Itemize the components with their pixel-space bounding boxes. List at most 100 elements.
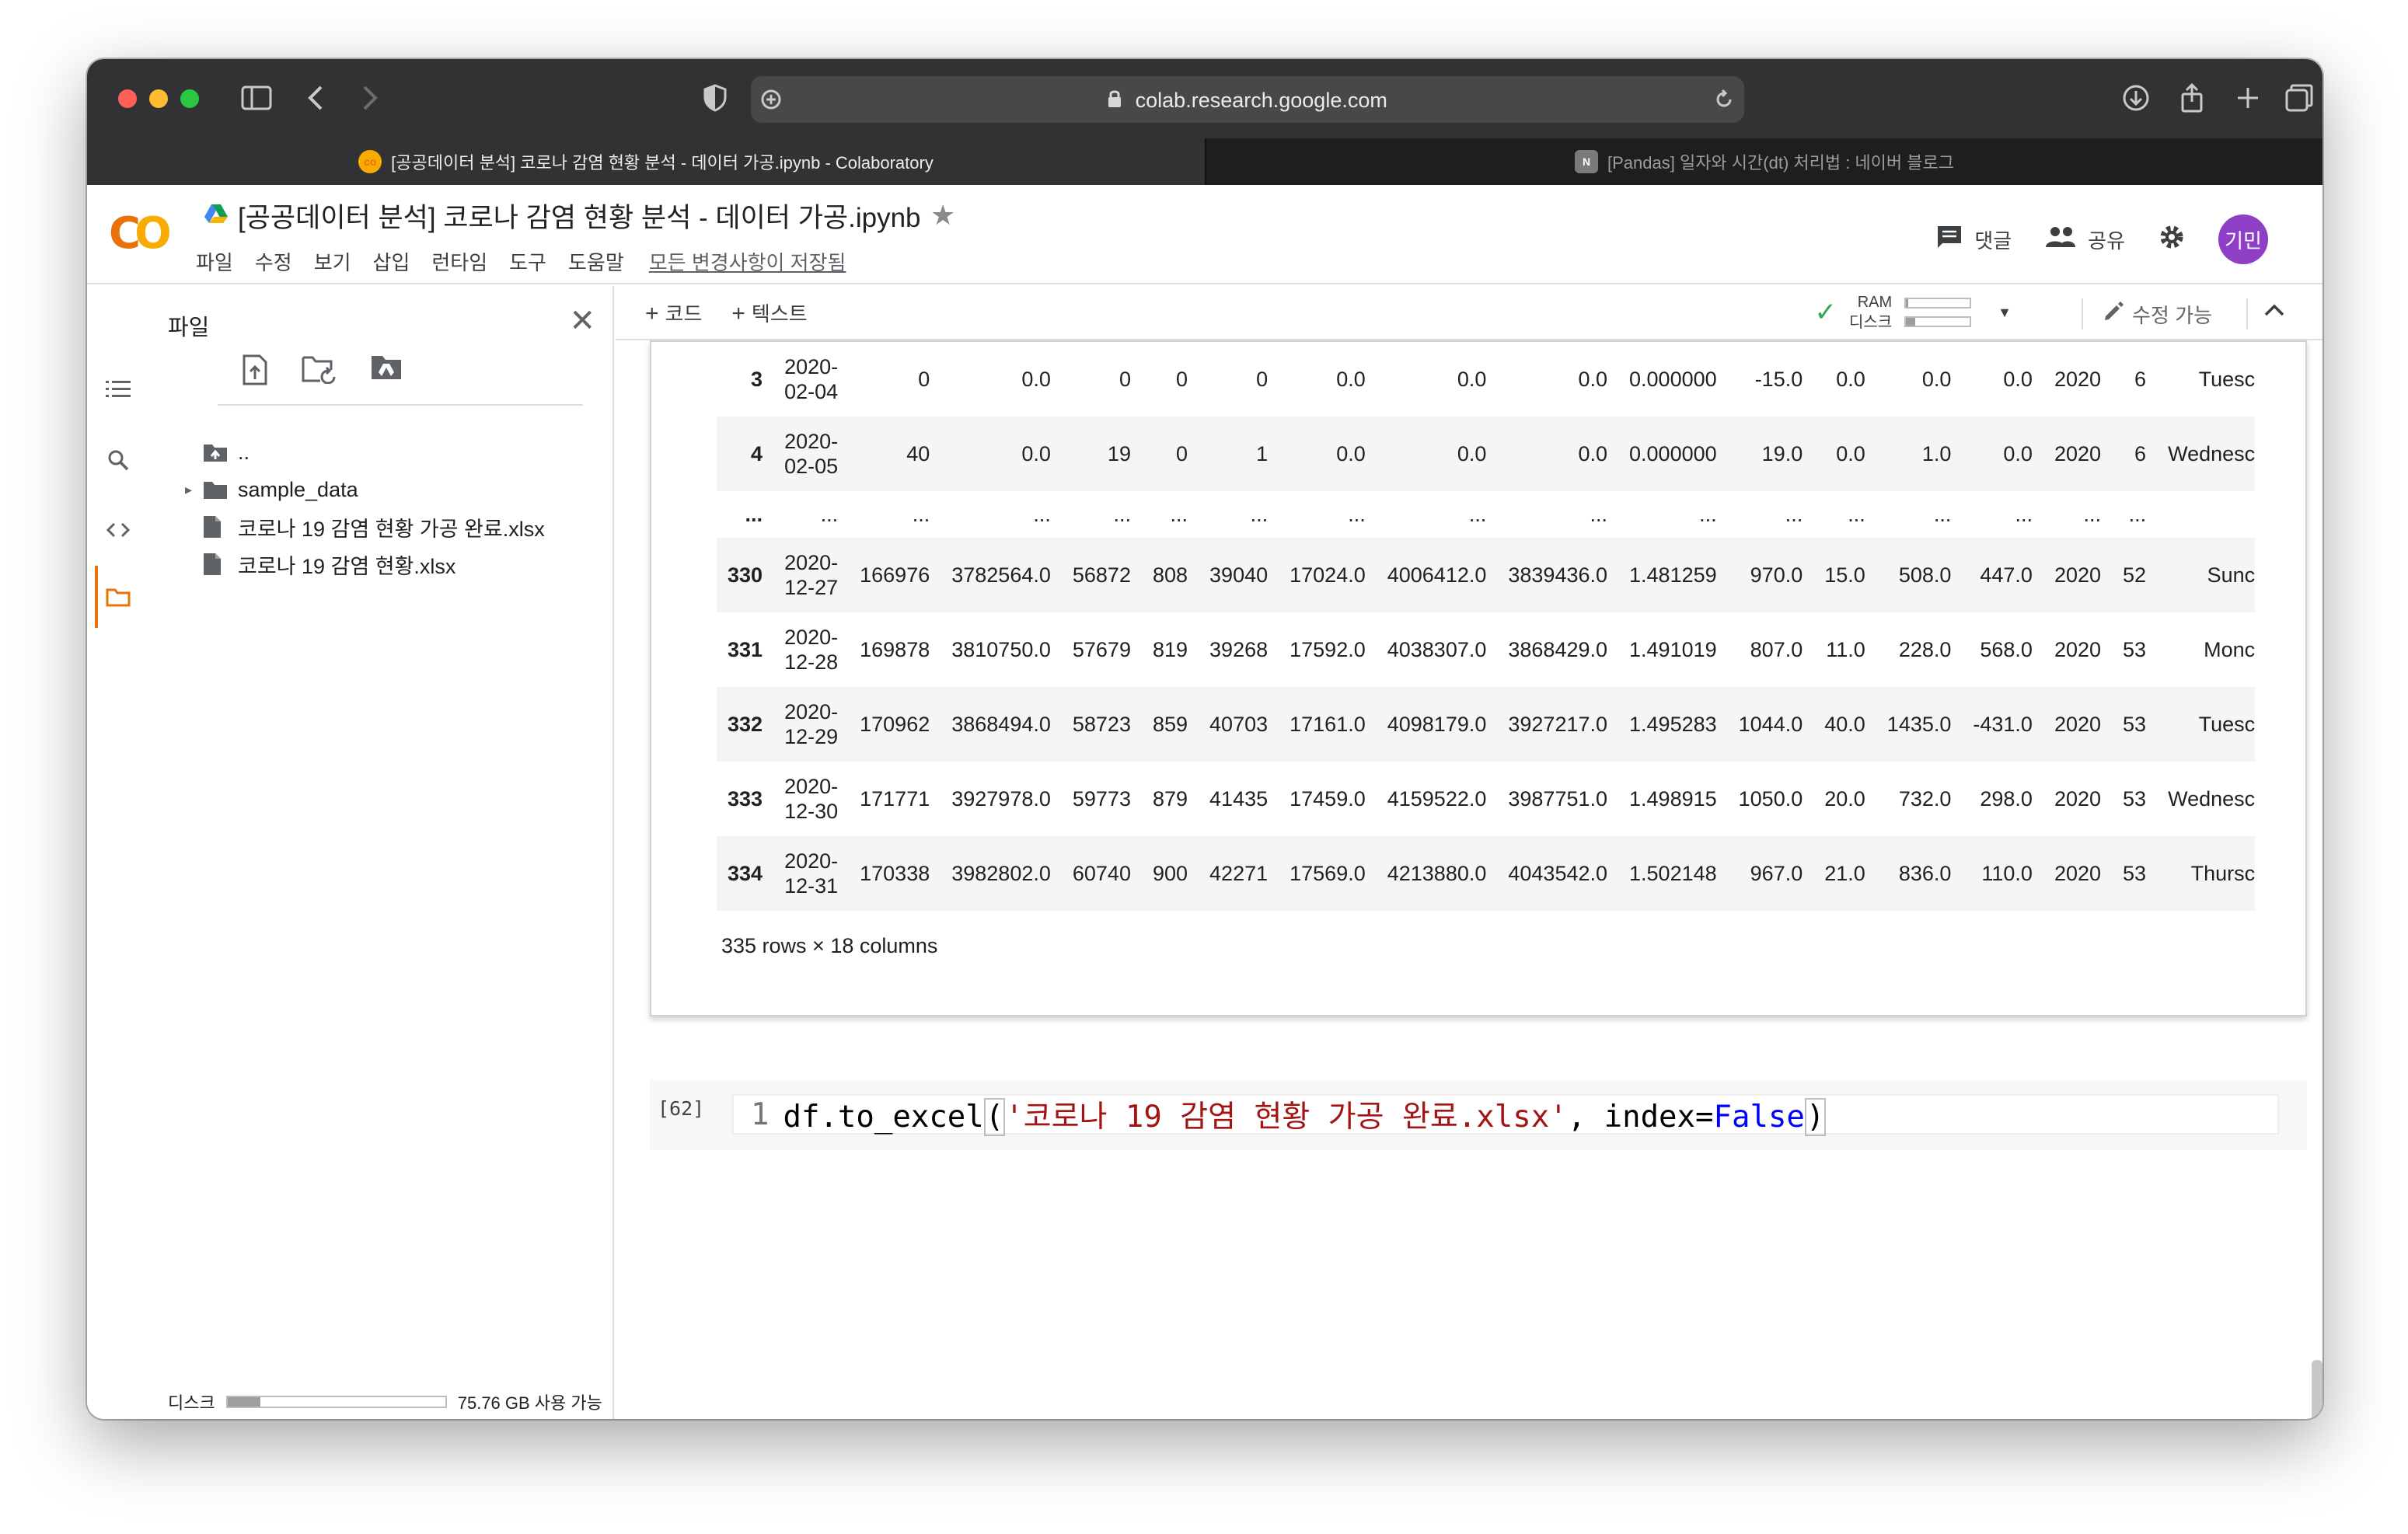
table-cell: 17592.0	[1290, 637, 1366, 661]
download-icon[interactable]	[2117, 79, 2155, 117]
tree-item-file[interactable]: 코로나 19 감염 현황 가공 완료.xlsx	[185, 508, 545, 546]
saved-status[interactable]: 모든 변경사항이 저장됨	[649, 247, 846, 276]
back-icon[interactable]	[297, 79, 334, 117]
scrollbar[interactable]	[2312, 1360, 2322, 1419]
row-index: 332	[728, 712, 763, 736]
code-snippets-icon[interactable]	[104, 516, 132, 544]
comment-button[interactable]: 댓글	[1935, 224, 2012, 256]
runtime-resources[interactable]: ✓ RAM 디스크 ▼	[1814, 292, 2012, 333]
table-row: 330 2020- 12-27 166976 3782564.0 56872 808 3904…	[717, 538, 2256, 612]
settings-gear-icon[interactable]	[2158, 223, 2186, 256]
tab-naver-blog[interactable]: N [Pandas] 일자와 시간(dt) 처리법 : 네이버 블로그	[1205, 138, 2322, 185]
privacy-shield-icon[interactable]	[696, 79, 734, 117]
close-window-button[interactable]	[118, 89, 137, 108]
search-icon[interactable]	[104, 446, 132, 474]
menu-runtime[interactable]: 런타임	[431, 247, 487, 276]
tree-item-parent[interactable]: ..	[185, 434, 545, 471]
table-cell: 3868494.0	[951, 712, 1051, 736]
chevron-down-icon[interactable]: ▼	[1998, 305, 2012, 321]
menu-tools[interactable]: 도구	[509, 247, 546, 276]
url-text: colab.research.google.com	[1135, 89, 1387, 112]
table-cell: 17161.0	[1290, 712, 1366, 736]
minimize-window-button[interactable]	[149, 89, 168, 108]
notebook-title[interactable]: [공공데이터 분석] 코로나 감염 현황 분석 - 데이터 가공.ipynb	[204, 196, 921, 235]
address-bar[interactable]: colab.research.google.com	[751, 76, 1744, 123]
table-cell: 58723	[1072, 712, 1131, 736]
table-of-contents-icon[interactable]	[104, 375, 132, 403]
tree-item-file[interactable]: 코로나 19 감염 현황.xlsx	[185, 546, 545, 583]
table-cell: 298.0	[1980, 786, 2033, 811]
zoom-window-button[interactable]	[180, 89, 199, 108]
ram-label: RAM	[1857, 294, 1893, 311]
menu-help[interactable]: 도움말	[568, 247, 624, 276]
execution-count[interactable]: [62]	[658, 1097, 704, 1120]
code-line[interactable]: df.to_excel('코로나 19 감염 현황 가공 완료.xlsx', i…	[783, 1093, 1827, 1136]
table-cell: 447.0	[1980, 563, 2033, 587]
table-cell: 4159522.0	[1387, 786, 1487, 811]
table-cell: 6	[2134, 441, 2147, 465]
menu-insert[interactable]: 삽입	[373, 247, 410, 276]
row-index: 334	[728, 861, 763, 885]
disk-usage-bar	[1904, 316, 1972, 327]
table-cell: 15.0	[1824, 563, 1865, 587]
reload-icon[interactable]	[1705, 81, 1743, 118]
avatar[interactable]: 기민	[2218, 214, 2268, 264]
tab-colab[interactable]: co [공공데이터 분석] 코로나 감염 현황 분석 - 데이터 가공.ipyn…	[87, 138, 1205, 185]
parent-folder-icon	[202, 441, 230, 463]
table-cell: 40.0	[1824, 712, 1865, 736]
table-cell: Wednesc	[2168, 786, 2256, 811]
table-cell: 0.0	[1336, 441, 1366, 465]
menu-file[interactable]: 파일	[196, 247, 233, 276]
google-drive-icon[interactable]	[204, 200, 229, 232]
table-cell: ...	[912, 502, 930, 526]
code-editor[interactable]: 1 df.to_excel('코로나 19 감염 현황 가공 완료.xlsx',…	[732, 1093, 2279, 1136]
disk-label: 디스크	[1848, 314, 1893, 331]
colab-logo[interactable]: CO	[109, 208, 172, 259]
expand-caret-icon[interactable]: ▸	[185, 482, 202, 498]
row-index: 3	[751, 367, 763, 391]
table-cell: 2020	[2054, 712, 2102, 736]
close-icon[interactable]: ✕	[569, 303, 595, 339]
table-cell: 60740	[1072, 861, 1131, 885]
table-cell: 42271	[1209, 861, 1269, 885]
new-tab-icon[interactable]	[2229, 79, 2267, 117]
notebook-toolbar: + 코드 + 텍스트 ✓ RAM 디스크 ▼ 수정 가능	[616, 286, 2322, 340]
edit-mode-button[interactable]: 수정 가능	[2103, 300, 2212, 329]
sidebar-toggle-icon[interactable]	[238, 79, 275, 117]
disk-usage-fill	[227, 1397, 260, 1407]
add-code-button[interactable]: + 코드	[645, 298, 702, 327]
notebook-main: + 코드 + 텍스트 ✓ RAM 디스크 ▼ 수정 가능 3 2020- 02-…	[616, 286, 2322, 1419]
share-icon[interactable]	[2173, 79, 2211, 117]
code-token: )	[1804, 1098, 1827, 1136]
people-icon	[2044, 225, 2077, 254]
code-token: df.to_excel	[783, 1100, 984, 1135]
refresh-folder-icon[interactable]	[302, 354, 337, 389]
upload-file-icon[interactable]	[241, 354, 269, 389]
menu-edit[interactable]: 수정	[255, 247, 292, 276]
table-cell: 732.0	[1898, 786, 1952, 811]
code-token: (	[983, 1098, 1006, 1136]
tab-title: [공공데이터 분석] 코로나 감염 현황 분석 - 데이터 가공.ipynb -…	[391, 153, 934, 173]
tree-item-sample-data[interactable]: ▸ sample_data	[185, 471, 545, 508]
table-cell: 1.0	[1921, 441, 1952, 465]
menu-view[interactable]: 보기	[314, 247, 351, 276]
disk-usage-bar	[225, 1396, 447, 1408]
sidebar-tools	[241, 354, 403, 389]
folder-icon[interactable]	[104, 583, 132, 611]
star-icon[interactable]: ★	[930, 199, 955, 232]
table-cell: 970.0	[1750, 563, 1803, 587]
row-index: 4	[751, 441, 763, 465]
disk-label: 디스크	[168, 1393, 215, 1413]
add-text-button[interactable]: + 텍스트	[731, 298, 807, 327]
table-cell: 59773	[1072, 786, 1131, 811]
tab-overview-icon[interactable]	[2281, 79, 2318, 117]
chevron-up-icon[interactable]	[2263, 297, 2285, 323]
table-cell: 0	[1256, 367, 1269, 391]
mount-drive-icon[interactable]	[370, 354, 403, 389]
date-cell: 2020- 12-31	[784, 849, 839, 898]
forward-icon[interactable]	[351, 79, 389, 117]
table-cell: ...	[1113, 502, 1131, 526]
share-button[interactable]: 공유	[2044, 225, 2125, 254]
code-cell[interactable]: [62] 1 df.to_excel('코로나 19 감염 현황 가공 완료.x…	[650, 1080, 2307, 1150]
table-cell: 170338	[860, 861, 930, 885]
